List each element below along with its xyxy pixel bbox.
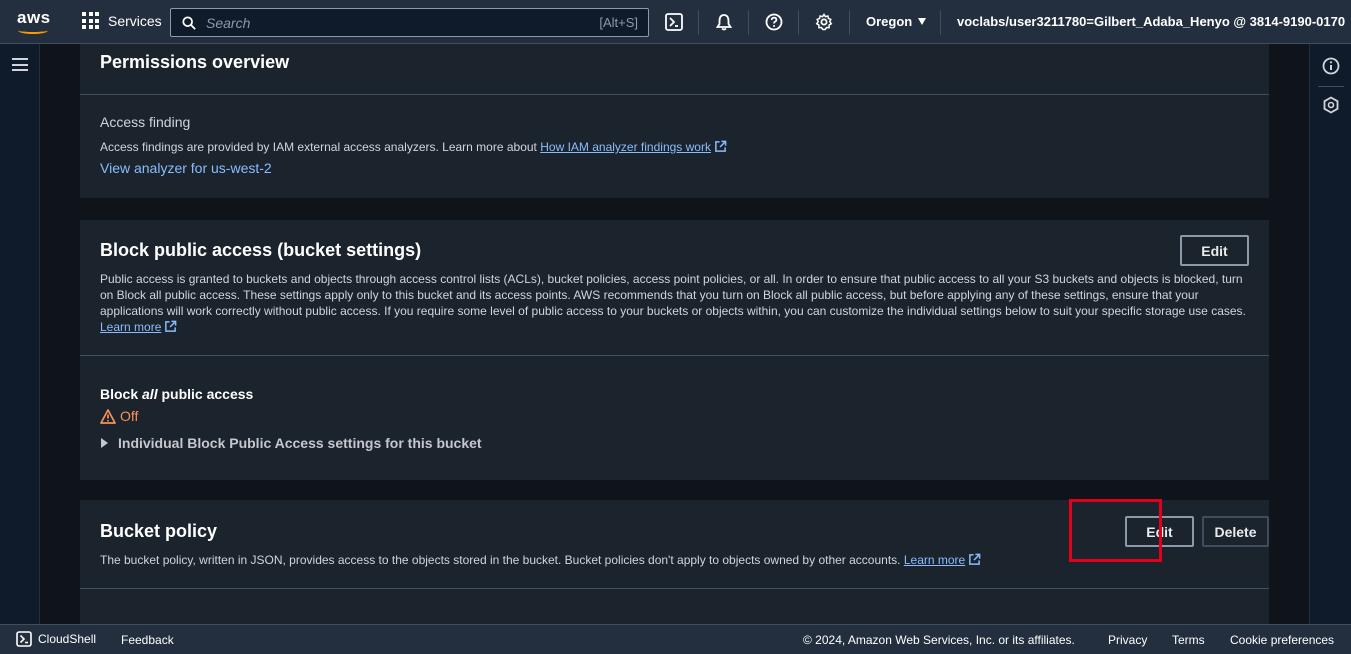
services-label: Services <box>108 12 162 29</box>
nav-separator <box>940 10 941 35</box>
external-link-icon <box>715 140 727 152</box>
cookie-preferences-link[interactable]: Cookie preferences <box>1230 633 1334 647</box>
bucket-policy-delete-button[interactable]: Delete <box>1202 516 1269 547</box>
block-public-access-title: Block public access (bucket settings) <box>100 240 422 260</box>
expander-label: Individual Block Public Access settings … <box>118 435 482 451</box>
nav-separator <box>748 10 749 35</box>
access-finding-text: Access findings are provided by IAM exte… <box>100 139 727 155</box>
region-label: Oregon <box>866 14 913 29</box>
menu-icon[interactable] <box>12 58 28 71</box>
search-placeholder: Search <box>206 14 251 31</box>
rail-divider <box>1318 86 1344 87</box>
aws-logo-text: aws <box>17 8 51 27</box>
account-menu[interactable]: voclabs/user3211780=Gilbert_Adaba_Henyo … <box>957 14 1351 29</box>
services-menu-button[interactable]: Services <box>82 12 162 29</box>
block-all-emphasis: all <box>142 386 158 402</box>
hexagon-icon[interactable] <box>1321 95 1341 115</box>
view-analyzer-link[interactable]: View analyzer for us-west-2 <box>100 160 272 176</box>
info-icon[interactable] <box>1321 56 1341 76</box>
divider <box>80 588 1269 589</box>
right-rail <box>1309 44 1351 624</box>
access-finding-description: Access findings are provided by IAM exte… <box>100 140 537 154</box>
settings-icon[interactable] <box>814 12 834 32</box>
divider <box>80 355 1269 356</box>
copyright-text: © 2024, Amazon Web Services, Inc. or its… <box>803 633 1075 647</box>
bucket-policy-text: The bucket policy, written in JSON, prov… <box>100 553 901 567</box>
feedback-link[interactable]: Feedback <box>121 633 174 647</box>
footer: CloudShell Feedback © 2024, Amazon Web S… <box>0 624 1351 654</box>
top-navigation: aws Services Search [Alt+S] Oregon vocla… <box>0 0 1351 44</box>
block-public-access-text: Public access is granted to buckets and … <box>100 272 1246 318</box>
nav-separator <box>849 10 850 35</box>
help-icon[interactable] <box>764 12 784 32</box>
block-public-access-edit-button[interactable]: Edit <box>1180 235 1249 266</box>
divider <box>80 94 1269 95</box>
cloudshell-icon <box>16 631 32 647</box>
aws-logo[interactable]: aws <box>14 8 52 36</box>
terms-link[interactable]: Terms <box>1172 633 1205 647</box>
privacy-link[interactable]: Privacy <box>1108 633 1147 647</box>
external-link-icon <box>969 553 981 565</box>
left-rail <box>0 44 40 624</box>
bell-icon[interactable] <box>714 12 734 32</box>
caret-down-icon <box>918 18 927 25</box>
aws-smile-icon <box>18 27 48 34</box>
cloudshell-icon[interactable] <box>664 12 684 32</box>
permissions-overview-title: Permissions overview <box>100 52 290 72</box>
block-public-access-panel: Block public access (bucket settings) Ed… <box>80 220 1269 480</box>
cloudshell-button[interactable]: CloudShell <box>16 631 96 647</box>
nav-separator <box>698 10 699 35</box>
block-public-access-description: Public access is granted to buckets and … <box>100 271 1250 335</box>
learn-more-link[interactable]: Learn more <box>904 553 965 567</box>
learn-more-link[interactable]: Learn more <box>100 320 161 334</box>
iam-analyzer-findings-link[interactable]: How IAM analyzer findings work <box>540 140 711 154</box>
highlight-box <box>1069 499 1162 562</box>
block-all-prefix: Block <box>100 386 143 402</box>
individual-settings-expander[interactable]: Individual Block Public Access settings … <box>100 435 482 451</box>
nav-separator <box>798 10 799 35</box>
search-shortcut: [Alt+S] <box>599 15 638 30</box>
region-selector[interactable]: Oregon <box>866 14 927 29</box>
permissions-overview-panel: Permissions overview Access finding Acce… <box>80 44 1269 198</box>
cloudshell-label: CloudShell <box>38 632 97 646</box>
warning-icon <box>100 408 116 424</box>
status-value: Off <box>120 408 139 424</box>
block-all-public-access-label: Block all public access <box>100 386 253 402</box>
access-finding-label: Access finding <box>100 114 191 130</box>
search-icon <box>182 15 196 30</box>
search-input[interactable]: Search [Alt+S] <box>170 8 649 37</box>
bucket-policy-title: Bucket policy <box>100 521 218 541</box>
grid-icon <box>82 12 99 29</box>
block-all-suffix: public access <box>157 386 254 402</box>
external-link-icon <box>165 320 177 332</box>
caret-right-icon <box>101 438 108 448</box>
block-all-status: Off <box>100 408 138 424</box>
account-label: voclabs/user3211780=Gilbert_Adaba_Henyo … <box>957 14 1346 29</box>
bucket-policy-description: The bucket policy, written in JSON, prov… <box>100 552 981 568</box>
